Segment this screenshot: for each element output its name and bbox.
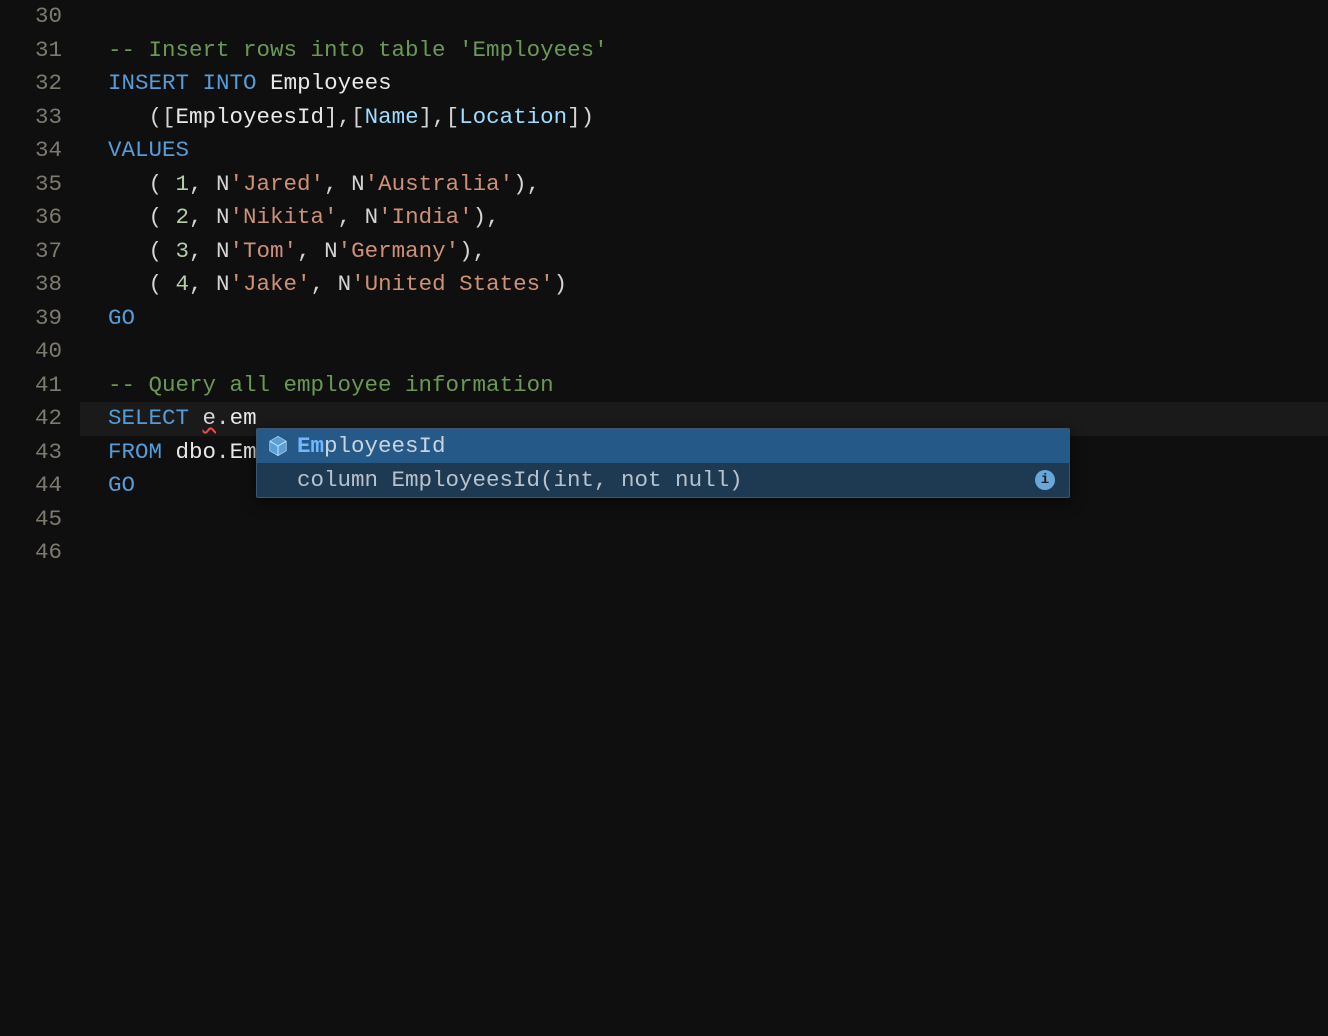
- keyword-select: SELECT: [108, 405, 189, 431]
- line-number: 43: [0, 436, 80, 470]
- alias: e: [203, 405, 217, 431]
- suggest-detail-text: column EmployeesId(int, not null): [297, 463, 743, 497]
- line-number: 32: [0, 67, 80, 101]
- suggest-detail: column EmployeesId(int, not null) i: [257, 463, 1069, 497]
- line-number: 35: [0, 168, 80, 202]
- line-number: 36: [0, 201, 80, 235]
- keyword-into: INTO: [203, 70, 257, 96]
- string-literal: 'Jared': [230, 171, 325, 197]
- punct: ],[: [419, 104, 460, 130]
- object-name: Em: [230, 439, 257, 465]
- suggest-item-label: EmployeesId: [297, 429, 446, 463]
- column-name: Location: [459, 104, 567, 130]
- punct: ]): [567, 104, 594, 130]
- code-line[interactable]: [80, 0, 1328, 34]
- column-name: Name: [365, 104, 419, 130]
- line-number: 34: [0, 134, 80, 168]
- partial-identifier: em: [230, 405, 257, 431]
- line-number: 30: [0, 0, 80, 34]
- line-number: 40: [0, 335, 80, 369]
- number-literal: 2: [176, 204, 190, 230]
- string-literal: 'United States': [351, 271, 554, 297]
- suggest-widget[interactable]: EmployeesId column EmployeesId(int, not …: [256, 428, 1070, 498]
- code-editor[interactable]: 30 31 32 33 34 35 36 37 38 39 40 41 42 4…: [0, 0, 1328, 1036]
- keyword-insert: INSERT: [108, 70, 189, 96]
- code-line[interactable]: -- Insert rows into table 'Employees': [80, 34, 1328, 68]
- suggest-rest: ployeesId: [324, 433, 446, 459]
- line-number: 44: [0, 469, 80, 503]
- comment-text: -- Query all employee information: [108, 372, 554, 398]
- code-line[interactable]: ( 2, N'Nikita', N'India'),: [80, 201, 1328, 235]
- keyword-go: GO: [108, 305, 135, 331]
- line-number: 42: [0, 402, 80, 436]
- symbol-field-icon: [265, 434, 291, 458]
- code-line[interactable]: [80, 335, 1328, 369]
- line-number: 38: [0, 268, 80, 302]
- number-literal: 1: [176, 171, 190, 197]
- code-line[interactable]: -- Query all employee information: [80, 369, 1328, 403]
- code-line[interactable]: [80, 503, 1328, 537]
- code-area[interactable]: -- Insert rows into table 'Employees' IN…: [80, 0, 1328, 1036]
- keyword-go: GO: [108, 472, 135, 498]
- column-name: EmployeesId: [176, 104, 325, 130]
- string-literal: 'India': [378, 204, 473, 230]
- code-line[interactable]: INSERT INTO Employees: [80, 67, 1328, 101]
- code-line[interactable]: ([EmployeesId],[Name],[Location]): [80, 101, 1328, 135]
- number-literal: 4: [176, 271, 190, 297]
- code-line[interactable]: ( 3, N'Tom', N'Germany'),: [80, 235, 1328, 269]
- line-number-gutter: 30 31 32 33 34 35 36 37 38 39 40 41 42 4…: [0, 0, 80, 1036]
- schema-name: dbo: [176, 439, 217, 465]
- code-line[interactable]: ( 1, N'Jared', N'Australia'),: [80, 168, 1328, 202]
- code-line[interactable]: GO: [80, 302, 1328, 336]
- keyword-from: FROM: [108, 439, 162, 465]
- comment-text: -- Insert rows into table 'Employees': [108, 37, 608, 63]
- line-number: 31: [0, 34, 80, 68]
- string-literal: 'Australia': [365, 171, 514, 197]
- code-line[interactable]: ( 4, N'Jake', N'United States'): [80, 268, 1328, 302]
- punct: ],[: [324, 104, 365, 130]
- keyword-values: VALUES: [108, 137, 189, 163]
- suggest-item[interactable]: EmployeesId: [257, 429, 1069, 463]
- info-icon[interactable]: i: [1035, 470, 1055, 490]
- suggest-match: Em: [297, 433, 324, 459]
- line-number: 39: [0, 302, 80, 336]
- line-number: 45: [0, 503, 80, 537]
- string-literal: 'Germany': [338, 238, 460, 264]
- number-literal: 3: [176, 238, 190, 264]
- line-number: 41: [0, 369, 80, 403]
- line-number: 46: [0, 536, 80, 570]
- string-literal: 'Nikita': [230, 204, 338, 230]
- code-line[interactable]: [80, 536, 1328, 570]
- string-literal: 'Jake': [230, 271, 311, 297]
- line-number: 37: [0, 235, 80, 269]
- line-number: 33: [0, 101, 80, 135]
- punct: ([: [108, 104, 176, 130]
- code-line[interactable]: VALUES: [80, 134, 1328, 168]
- table-name: Employees: [270, 70, 392, 96]
- string-literal: 'Tom': [230, 238, 298, 264]
